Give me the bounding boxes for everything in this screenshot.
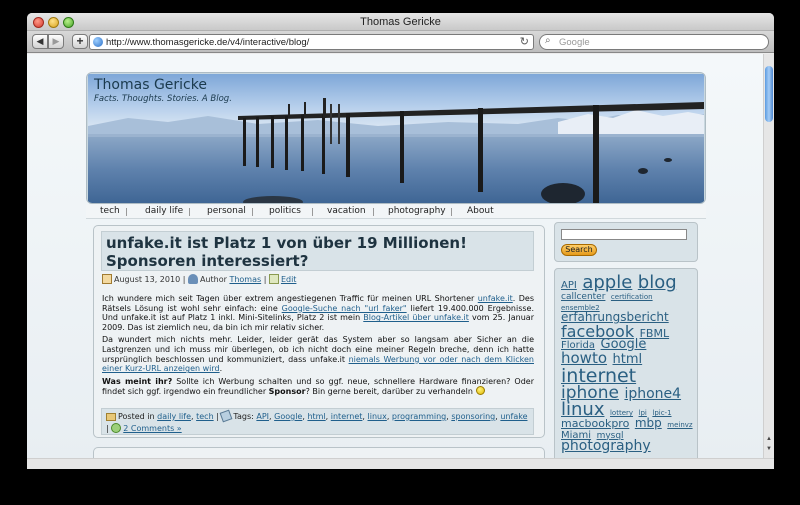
add-bookmark-button[interactable]: +: [72, 34, 88, 49]
folder-icon: [106, 413, 116, 421]
search-placeholder: Google: [559, 37, 590, 48]
post-date: August 13, 2010: [114, 275, 181, 284]
sidebar-search-input[interactable]: [561, 229, 687, 240]
menu-item-about[interactable]: About: [467, 206, 494, 216]
tag-cloud-link[interactable]: macbookpro: [561, 417, 629, 430]
text: Ich wundere mich seit Tagen über extrem …: [102, 294, 478, 303]
tag-link[interactable]: html: [307, 412, 325, 421]
post-title[interactable]: unfake.it ist Platz 1 von über 19 Millio…: [106, 234, 531, 270]
posted-in-label: Posted in: [118, 412, 155, 421]
menu-item-politics[interactable]: politics: [269, 206, 301, 216]
tag-cloud-link[interactable]: blog: [638, 272, 677, 293]
forward-button[interactable]: ▶: [48, 34, 64, 49]
sidebar-search-button[interactable]: Search: [561, 244, 597, 256]
scroll-down-arrow-icon[interactable]: ▼: [765, 446, 773, 452]
tag-link[interactable]: unfake: [500, 412, 527, 421]
tag-cloud-link[interactable]: certification: [611, 293, 653, 301]
tags-icon: [220, 409, 233, 423]
author-link[interactable]: Thomas: [229, 275, 261, 284]
menu-separator: [189, 208, 190, 216]
tag-cloud: API apple blog callcenter certification …: [561, 272, 695, 454]
tag-link[interactable]: Google: [274, 412, 302, 421]
post-meta: August 13, 2010 | Author Thomas | Edit: [102, 274, 296, 284]
tag-link[interactable]: programming: [392, 412, 446, 421]
tag-cloud-link[interactable]: lottery: [610, 409, 633, 417]
forward-arrow-icon: ▶: [52, 36, 60, 46]
tag-link[interactable]: linux: [368, 412, 387, 421]
unfake-link[interactable]: unfake.it: [478, 294, 513, 303]
blog-post: unfake.it ist Platz 1 von über 19 Millio…: [93, 225, 545, 438]
tag-link[interactable]: internet: [331, 412, 363, 421]
search-icon: ⌕: [545, 35, 551, 46]
search-field[interactable]: ⌕ Google: [539, 34, 769, 50]
site-tagline: Facts. Thoughts. Stories. A Blog.: [94, 94, 232, 104]
tag-cloud-link[interactable]: meinvz: [667, 421, 692, 429]
text: ? Bin gerne bereit, darüber zu verhandel…: [305, 387, 473, 397]
smiley-icon: [475, 386, 485, 396]
sidebar-search-widget: Search: [554, 222, 698, 262]
site-title[interactable]: Thomas Gericke: [94, 77, 207, 93]
edit-link[interactable]: Edit: [281, 275, 297, 284]
text: Was meint ihr?: [102, 376, 173, 386]
tag-link[interactable]: API: [256, 412, 269, 421]
plus-icon: +: [76, 34, 84, 48]
tag-cloud-link[interactable]: callcenter: [561, 292, 605, 302]
menu-separator: [312, 208, 313, 216]
google-search-link[interactable]: Google-Suche nach "url faker": [282, 304, 407, 313]
globe-icon: [93, 37, 103, 47]
tag-cloud-link[interactable]: iphone4: [624, 386, 681, 402]
tag-cloud-link[interactable]: apple: [582, 272, 632, 293]
window-title: Thomas Gericke: [360, 16, 441, 28]
tag-cloud-link[interactable]: mbp: [635, 416, 662, 430]
reload-icon[interactable]: ↻: [520, 35, 529, 48]
menu-item-vacation[interactable]: vacation: [327, 206, 366, 216]
comment-icon: [111, 422, 122, 433]
title-bar: Thomas Gericke: [27, 13, 774, 31]
category-link[interactable]: tech: [196, 412, 214, 421]
scrollbar-thumb[interactable]: [765, 66, 773, 122]
blog-article-link[interactable]: Blog-Artikel über unfake.it: [363, 313, 469, 322]
post-paragraph: Da wundert mich nichts mehr. Leider, lei…: [102, 335, 534, 373]
url-text: http://www.thomasgericke.de/v4/interacti…: [106, 37, 310, 48]
post-title-box: unfake.it ist Platz 1 von über 19 Millio…: [101, 231, 534, 271]
browser-toolbar: ◀ ▶ + http://www.thomasgericke.de/v4/int…: [27, 31, 774, 53]
post-body: Ich wundere mich seit Tagen über extrem …: [102, 294, 534, 400]
menu-item-personal[interactable]: personal: [207, 206, 246, 216]
post-paragraph: Ich wundere mich seit Tagen über extrem …: [102, 294, 534, 332]
menu-separator: [252, 208, 253, 216]
post-footer: Posted in daily life, tech | Tags: API, …: [101, 408, 534, 435]
tag-cloud-link[interactable]: Google: [601, 337, 647, 352]
main-menu: tech daily life personal politics vacati…: [86, 205, 706, 219]
site-header: Thomas Gericke Facts. Thoughts. Stories.…: [86, 72, 706, 204]
author-icon: [187, 274, 198, 284]
menu-separator: [373, 208, 374, 216]
vertical-scrollbar[interactable]: ▲ ▼: [763, 54, 774, 458]
menu-separator: [451, 208, 452, 216]
menu-item-photography[interactable]: photography: [388, 206, 446, 216]
post-paragraph: Was meint ihr? Sollte ich Werbung schalt…: [102, 377, 534, 397]
text: Sponsor: [268, 387, 306, 397]
scroll-up-arrow-icon[interactable]: ▲: [765, 436, 773, 442]
address-bar[interactable]: http://www.thomasgericke.de/v4/interacti…: [89, 34, 534, 50]
text: .: [219, 364, 223, 374]
menu-separator: [126, 208, 127, 216]
calendar-icon: [102, 274, 112, 284]
category-link[interactable]: daily life: [157, 412, 191, 421]
tag-cloud-link[interactable]: API: [561, 280, 577, 291]
comments-link[interactable]: 2 Comments »: [123, 424, 181, 433]
edit-icon: [268, 274, 279, 284]
tag-cloud-widget: API apple blog callcenter certification …: [554, 268, 698, 469]
author-label: Author: [199, 275, 227, 284]
browser-window: Thomas Gericke ◀ ▶ + http://www.thomasge…: [27, 13, 774, 469]
back-button[interactable]: ◀: [32, 34, 48, 49]
tag-cloud-link[interactable]: photography: [561, 438, 651, 454]
menu-item-daily-life[interactable]: daily life: [145, 206, 183, 216]
status-bar: [27, 458, 774, 469]
tags-label: Tags:: [233, 412, 254, 421]
page-viewport: Thomas Gericke Facts. Thoughts. Stories.…: [27, 54, 763, 469]
menu-item-tech[interactable]: tech: [100, 206, 120, 216]
tag-link[interactable]: sponsoring: [451, 412, 495, 421]
back-arrow-icon: ◀: [36, 36, 44, 46]
